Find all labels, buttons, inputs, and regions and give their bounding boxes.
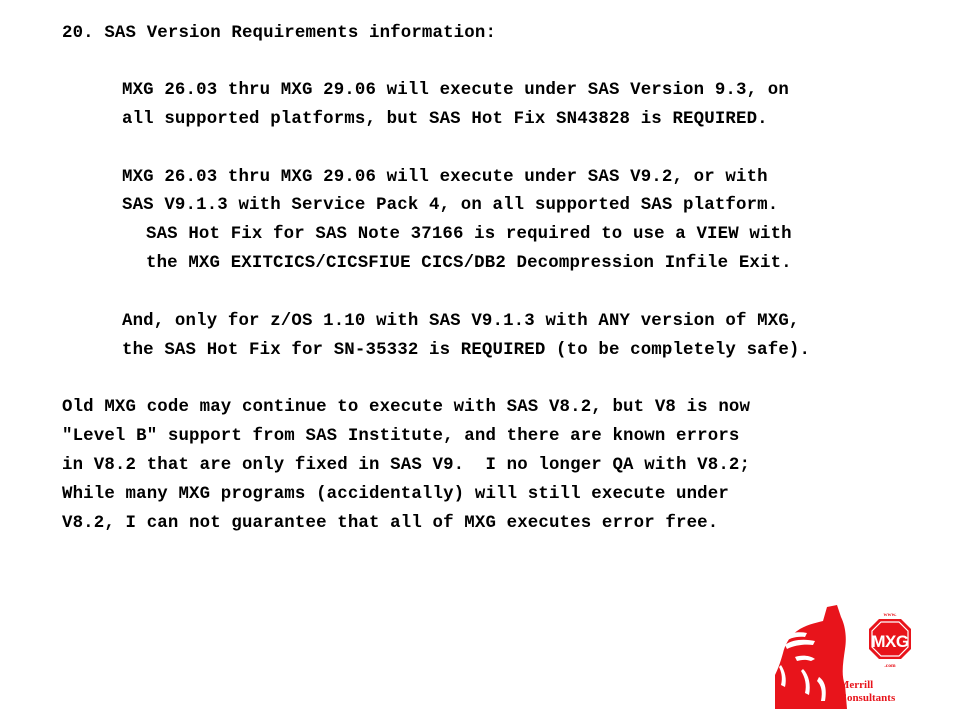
face-silhouette-icon (775, 605, 847, 709)
text-line: While many MXG programs (accidentally) w… (62, 485, 729, 504)
logo-com-text: .com (884, 663, 896, 669)
text-line: SAS Hot Fix for SAS Note 37166 is requir… (146, 225, 792, 244)
text-line: MXG 26.03 thru MXG 29.06 will execute un… (122, 168, 768, 187)
logo-mxg-text: MXG (871, 632, 909, 651)
text-line: the MXG EXITCICS/CICSFIUE CICS/DB2 Decom… (146, 254, 792, 273)
text-line: MXG 26.03 thru MXG 29.06 will execute un… (122, 81, 789, 100)
text-line: "Level B" support from SAS Institute, an… (62, 427, 740, 446)
text-line: And, only for z/OS 1.10 with SAS V9.1.3 … (122, 312, 800, 331)
merrill-consultants-logo: www. MXG .com Merrill Consultants (775, 605, 911, 709)
text-line: the SAS Hot Fix for SN-35332 is REQUIRED… (122, 341, 811, 360)
text-line: SAS V9.1.3 with Service Pack 4, on all s… (122, 196, 779, 215)
text-line: in V8.2 that are only fixed in SAS V9. I… (62, 456, 751, 475)
company-name-line2: Consultants (839, 692, 896, 704)
slide-heading: 20. SAS Version Requirements information… (62, 24, 497, 43)
company-name-line1: Merrill (839, 679, 873, 691)
mxg-badge: www. MXG .com (869, 612, 911, 669)
logo-www-text: www. (884, 612, 898, 618)
text-line: Old MXG code may continue to execute wit… (62, 398, 751, 417)
text-line: all supported platforms, but SAS Hot Fix… (122, 110, 768, 129)
text-line: V8.2, I can not guarantee that all of MX… (62, 514, 719, 533)
